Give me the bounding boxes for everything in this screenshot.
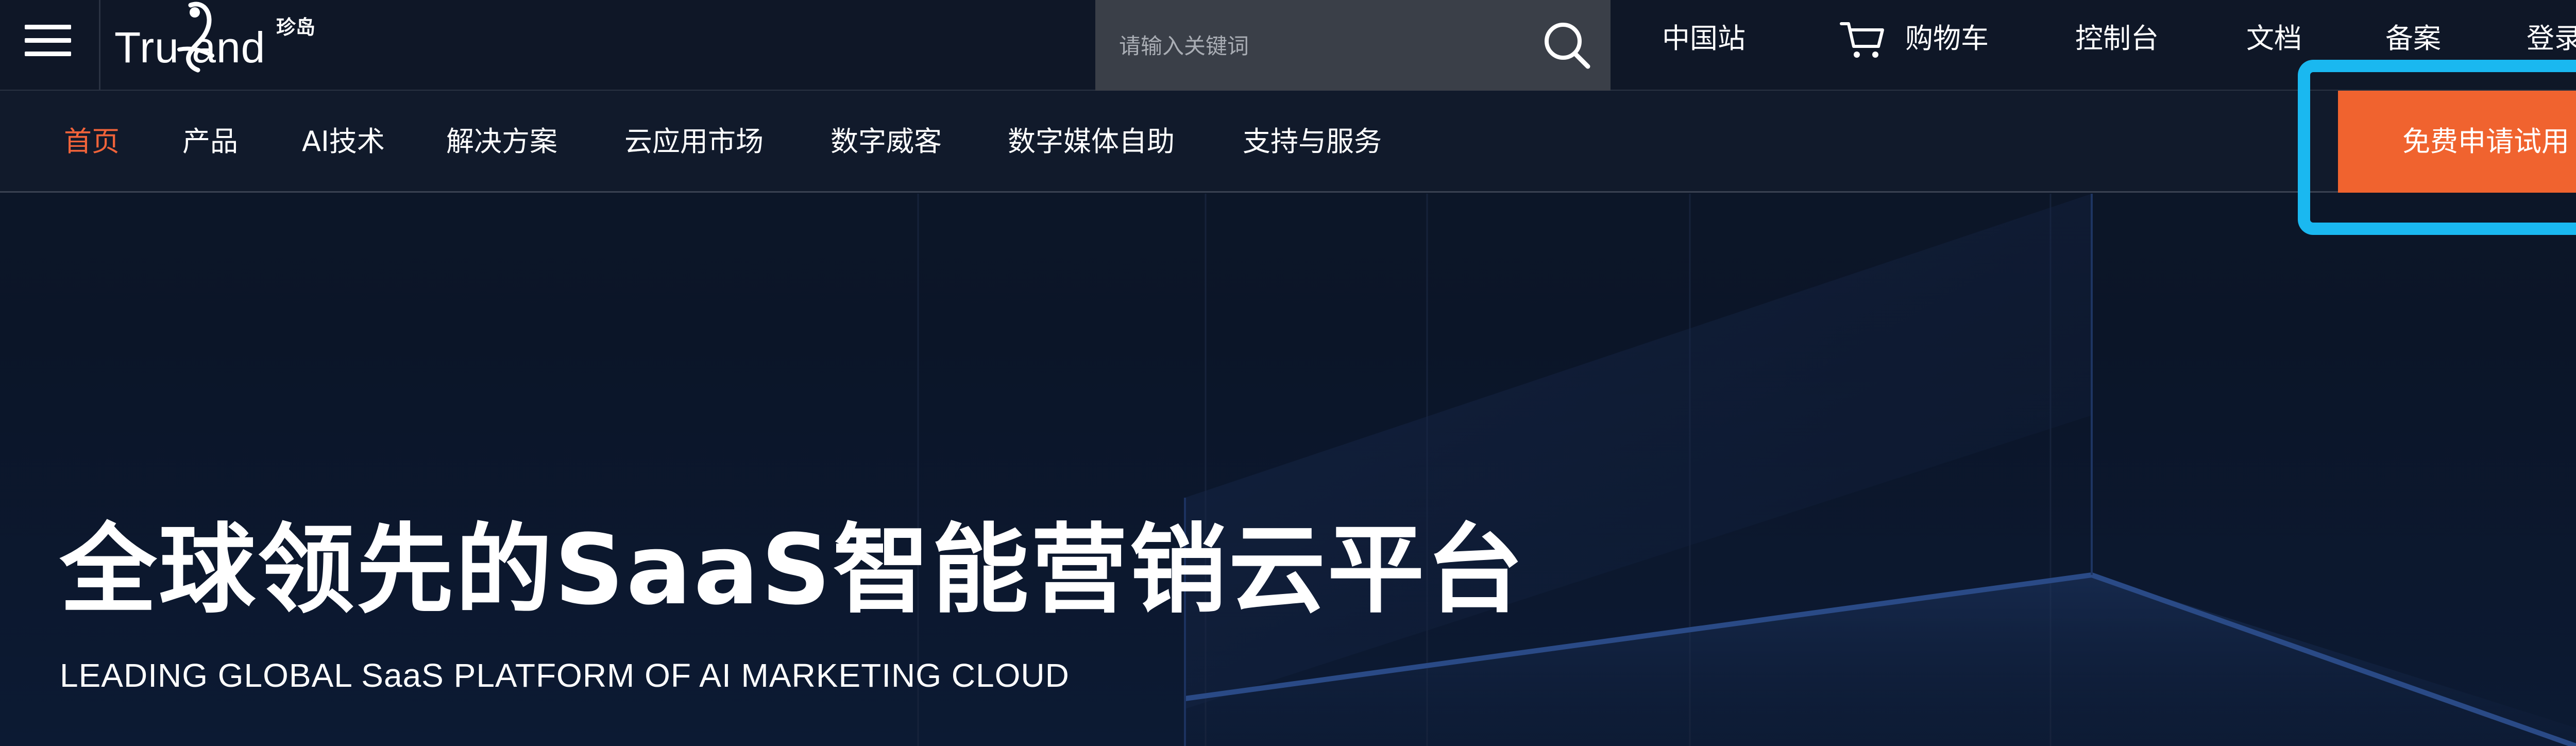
hero-title: 全球领先的SaaS智能营销云平台 xyxy=(60,514,1526,626)
region-link[interactable]: 中国站 xyxy=(1662,0,1745,77)
truland-logo[interactable]: Tru and 珍岛 xyxy=(112,0,318,77)
login-link[interactable]: 登录 xyxy=(2527,0,2576,77)
hamburger-menu-icon[interactable] xyxy=(25,25,71,56)
menu-line-1 xyxy=(25,25,71,29)
nav-item-solutions[interactable]: 解决方案 xyxy=(446,91,557,193)
hero-subtitle: LEADING GLOBAL SaaS PLATFORM OF AI MARKE… xyxy=(60,657,1070,694)
logo-chinese-text: 珍岛 xyxy=(276,16,316,39)
console-link[interactable]: 控制台 xyxy=(2075,0,2159,77)
nav-item-digital-witkey[interactable]: 数字威客 xyxy=(831,91,942,193)
page: Tru and 珍岛 中国站 购物车 控制台 文档 备案 登录 xyxy=(0,0,2576,746)
menu-line-2 xyxy=(25,38,71,43)
cart-link[interactable]: 购物车 xyxy=(1905,0,1989,77)
nav-item-products[interactable]: 产品 xyxy=(182,91,238,193)
nav-item-cloud-market[interactable]: 云应用市场 xyxy=(624,91,764,193)
search-box xyxy=(1095,0,1611,91)
logo-divider xyxy=(99,0,100,91)
filing-link[interactable]: 备案 xyxy=(2385,0,2441,77)
nav-item-support[interactable]: 支持与服务 xyxy=(1243,91,1382,193)
top-bar: Tru and 珍岛 中国站 购物车 控制台 文档 备案 登录 xyxy=(0,0,2576,91)
search-icon[interactable] xyxy=(1538,15,1595,72)
nav-item-digital-media[interactable]: 数字媒体自助 xyxy=(1008,91,1175,193)
main-nav: 首页 产品 AI技术 解决方案 云应用市场 数字威客 数字媒体自助 支持与服务 xyxy=(0,91,2576,193)
docs-link[interactable]: 文档 xyxy=(2246,0,2302,77)
logo-figure-icon xyxy=(177,2,214,73)
cart-icon[interactable] xyxy=(1839,20,1886,61)
search-input[interactable] xyxy=(1118,21,1532,71)
nav-item-ai-tech[interactable]: AI技术 xyxy=(302,91,385,193)
free-trial-button[interactable]: 免费申请试用 xyxy=(2338,91,2576,193)
menu-line-3 xyxy=(25,52,71,56)
nav-item-home[interactable]: 首页 xyxy=(64,91,120,193)
